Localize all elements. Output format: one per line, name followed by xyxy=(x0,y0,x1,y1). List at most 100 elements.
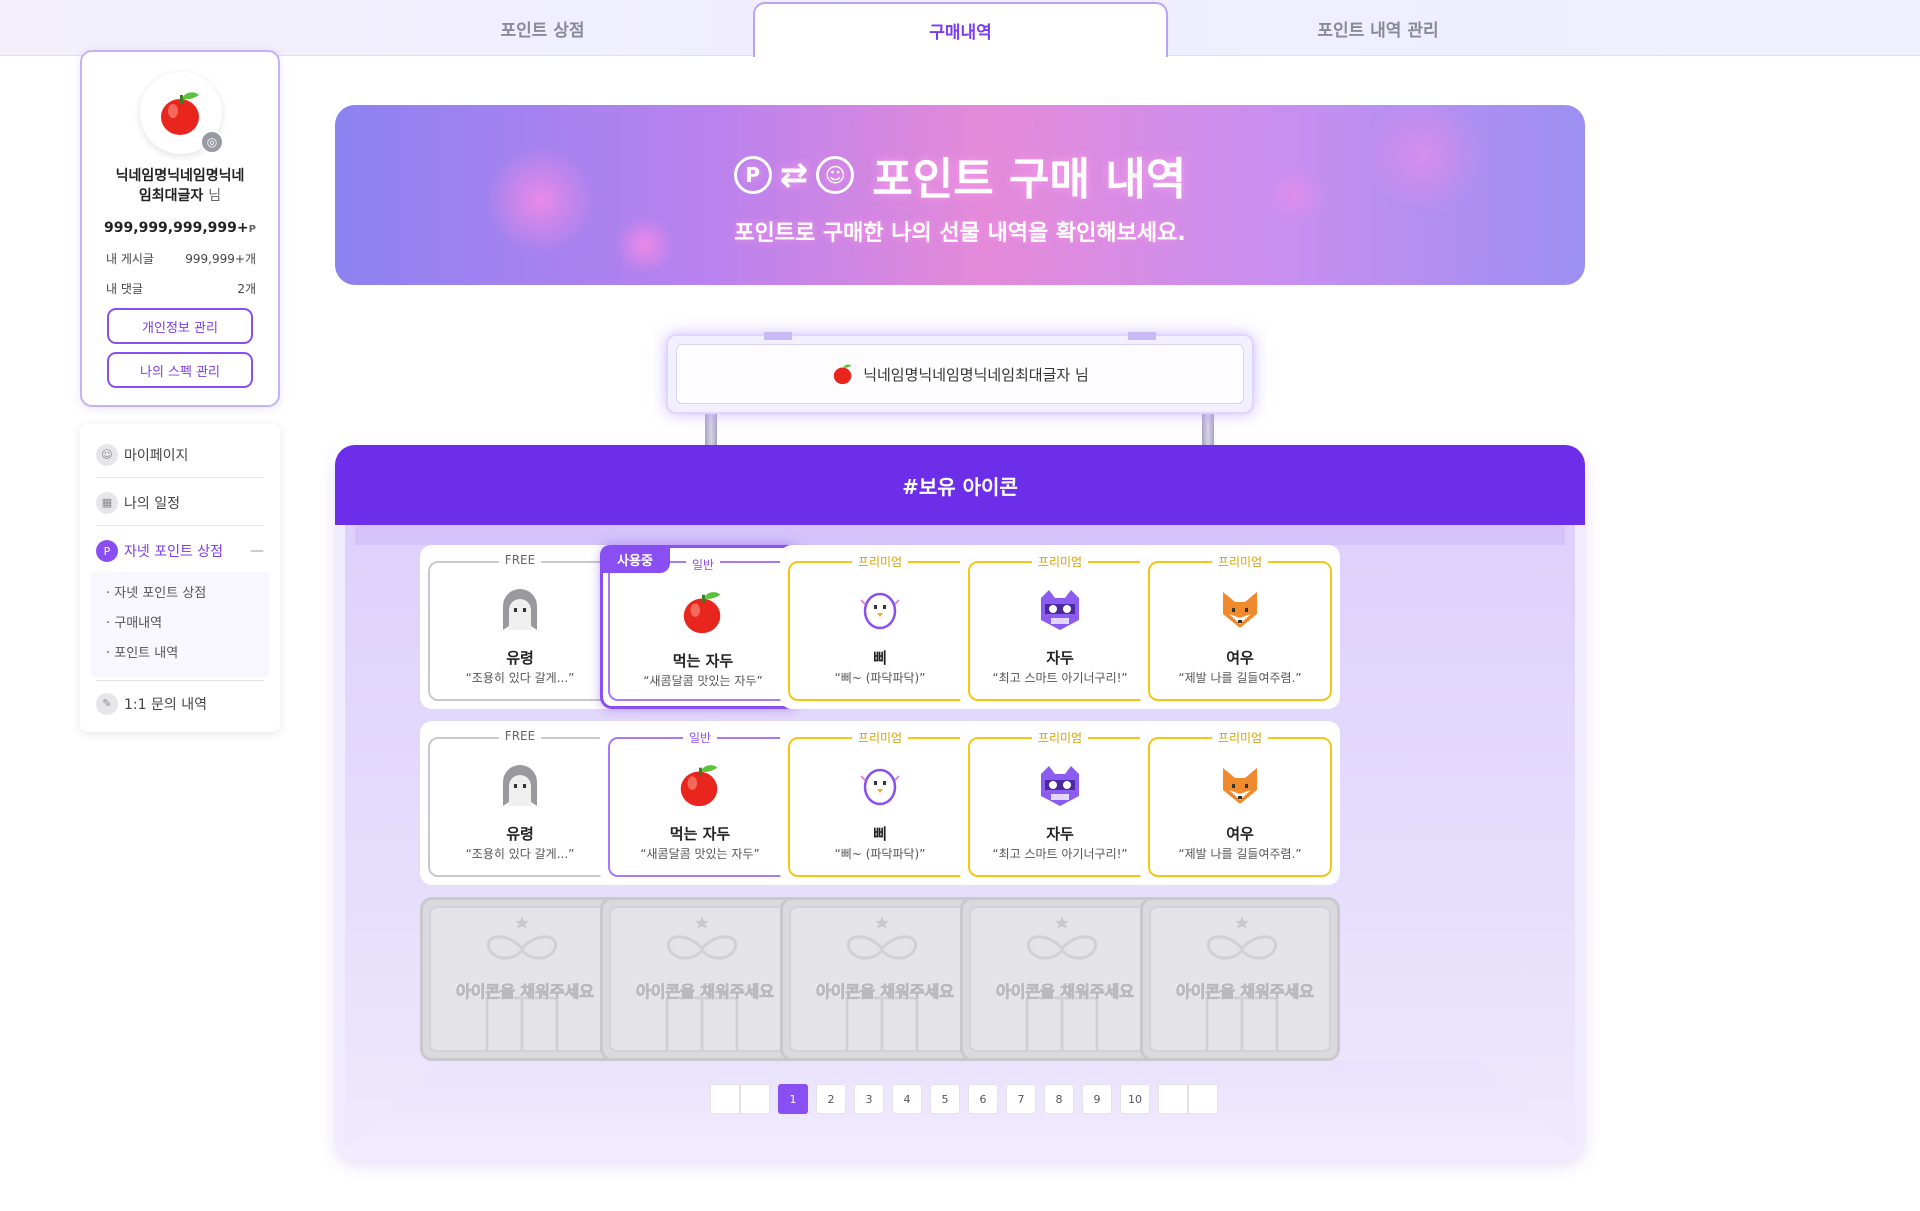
tab-purchase-history[interactable]: 구매내역 xyxy=(753,2,1168,57)
chick-icon xyxy=(854,583,906,635)
tab-point-shop[interactable]: 포인트 상점 xyxy=(330,0,755,56)
manage-spec-button[interactable]: 나의 스펙 관리 xyxy=(107,352,253,388)
last-page-button[interactable] xyxy=(1188,1084,1218,1114)
plum-icon xyxy=(161,92,199,135)
empty-slot: 아이콘을 채워주세요 xyxy=(1140,897,1340,1061)
sidebar-menu: ☺ 마이페이지 ▦ 나의 일정 P 자넷 포인트 상점 — · 자넷 포인트 상… xyxy=(80,424,280,732)
tab-point-history[interactable]: 포인트 내역 관리 xyxy=(1168,0,1588,56)
tier-label: FREE xyxy=(498,729,542,743)
page-button[interactable]: 4 xyxy=(892,1084,922,1114)
icon-card[interactable]: FREE 유령 “조용히 있다 갈게...” xyxy=(420,721,620,885)
empty-slot-inner: 아이콘을 채워주세요 xyxy=(969,906,1151,1052)
empty-slot-inner: 아이콘을 채워주세요 xyxy=(429,906,611,1052)
point-balance: 999,999,999,999+P xyxy=(82,220,278,236)
card-tier: FREE xyxy=(420,553,620,567)
card-desc: “최고 스마트 아기너구리!” xyxy=(992,671,1128,685)
empty-slot-inner: 아이콘을 채워주세요 xyxy=(789,906,971,1052)
empty-slot: 아이콘을 채워주세요 xyxy=(600,897,800,1061)
card-name: 자두 xyxy=(1046,649,1074,667)
icon-card[interactable]: 프리미엄 삐 “삐~ (파닥파닥)” xyxy=(780,545,980,709)
stage-wall xyxy=(355,525,1565,545)
my-posts-value: 999,999+개 xyxy=(185,252,256,266)
card-desc: “조용히 있다 갈게...” xyxy=(465,847,575,861)
pagination-next-group xyxy=(1158,1084,1218,1114)
in-use-badge: 사용중 xyxy=(600,545,670,573)
icon-card[interactable]: 프리미엄 여우 “제발 나를 길들여주렴.” xyxy=(1140,545,1340,709)
camera-icon[interactable]: ◎ xyxy=(200,130,224,154)
plum-icon xyxy=(674,759,726,811)
collapse-icon[interactable]: — xyxy=(250,543,264,559)
card-name: 유령 xyxy=(506,649,534,667)
icon-card[interactable]: 프리미엄 자두 “최고 스마트 아기너구리!” xyxy=(960,721,1160,885)
page-button[interactable]: 6 xyxy=(968,1084,998,1114)
icon-card[interactable]: FREE 유령 “조용히 있다 갈게...” xyxy=(420,545,620,709)
user-icon: ☺ xyxy=(96,443,118,466)
page-button[interactable]: 3 xyxy=(854,1084,884,1114)
sidebar-item-schedule[interactable]: ▦ 나의 일정 xyxy=(96,480,264,526)
prev-page-button[interactable] xyxy=(740,1084,770,1114)
submenu-item-purchase[interactable]: · 구매내역 xyxy=(106,612,162,631)
icon-card[interactable]: 일반 먹는 자두 “새콤달콤 맛있는 자두” xyxy=(600,721,800,885)
point-value: 999,999,999,999+ xyxy=(104,220,249,236)
page-button[interactable]: 5 xyxy=(930,1084,960,1114)
card-desc: “새콤달콤 맛있는 자두” xyxy=(640,847,760,861)
top-tab-bar: 포인트 상점 구매내역 포인트 내역 관리 xyxy=(0,0,1920,57)
sign-clip xyxy=(764,332,792,340)
icon-card[interactable]: 프리미엄 자두 “최고 스마트 아기너구리!” xyxy=(960,545,1160,709)
card-desc: “제발 나를 길들여주렴.” xyxy=(1178,671,1302,685)
card-tier: 일반 xyxy=(600,729,800,746)
icon-card-selected[interactable]: 일반 사용중 먹는 자두 “새콤달콤 맛있는 자두” xyxy=(600,545,800,709)
plum-icon xyxy=(833,364,852,385)
chick-icon xyxy=(854,759,906,811)
sidebar-item-label: 자넷 포인트 상점 xyxy=(124,544,224,560)
first-page-button[interactable] xyxy=(710,1084,740,1114)
card-desc: “삐~ (파닥파닥)” xyxy=(834,671,926,685)
card-name: 삐 xyxy=(873,825,887,843)
page-button[interactable]: 2 xyxy=(816,1084,846,1114)
my-comments-label: 내 댓글 xyxy=(106,282,143,296)
page-button[interactable]: 8 xyxy=(1044,1084,1074,1114)
card-tier: 프리미엄 xyxy=(960,729,1160,746)
card-name: 먹는 자두 xyxy=(669,825,731,843)
showcase-stage: FREE 유령 “조용히 있다 갈게...” 일반 사용중 먹는 자두 “새콤달… xyxy=(345,525,1575,1150)
empty-slot: 아이콘을 채워주세요 xyxy=(420,897,620,1061)
submenu-item-shop[interactable]: · 자넷 포인트 상점 xyxy=(106,582,206,601)
banner-icons: P ⇄ ☺ xyxy=(733,155,855,195)
page-button[interactable]: 1 xyxy=(778,1084,808,1114)
fox-icon xyxy=(1214,759,1266,811)
pagination: 1 2 3 4 5 6 7 8 9 10 xyxy=(710,1084,1218,1114)
point-icon: P xyxy=(733,156,772,194)
next-page-button[interactable] xyxy=(1158,1084,1188,1114)
sidebar-item-label: 나의 일정 xyxy=(124,495,180,512)
showcase-title: #보유 아이콘 xyxy=(335,445,1585,525)
sidebar-item-inquiry[interactable]: ✎ 1:1 문의 내역 xyxy=(96,680,264,726)
sidebar-item-mypage[interactable]: ☺ 마이페이지 xyxy=(96,432,264,478)
icon-card[interactable]: 프리미엄 여우 “제발 나를 길들여주렴.” xyxy=(1140,721,1340,885)
ghost-icon xyxy=(494,759,546,811)
profile-card: ◎ 닉네임명닉네임명닉네 임최대글자 님 999,999,999,999+P 내… xyxy=(80,50,280,407)
page-button[interactable]: 9 xyxy=(1082,1084,1112,1114)
my-comments-value: 2개 xyxy=(237,282,256,296)
nameplate-sign: 닉네임명닉네임명닉네임최대글자 님 xyxy=(666,332,1254,414)
pagination-prev-group xyxy=(710,1084,770,1114)
sidebar-item-point-shop[interactable]: P 자넷 포인트 상점 — xyxy=(96,528,264,574)
empty-slot-label: 아이콘을 채워주세요 xyxy=(815,982,955,1002)
page-button[interactable]: 7 xyxy=(1006,1084,1036,1114)
sidebar-item-label: 1:1 문의 내역 xyxy=(124,696,207,713)
tier-label: 일반 xyxy=(685,558,721,572)
submenu-item-points[interactable]: · 포인트 내역 xyxy=(106,642,178,661)
my-comments-stat: 내 댓글 2개 xyxy=(106,280,256,297)
page-button[interactable]: 10 xyxy=(1120,1084,1150,1114)
card-name: 삐 xyxy=(873,649,887,667)
profile-nickname: 닉네임명닉네임명닉네 임최대글자 님 xyxy=(92,166,268,206)
sign-clip xyxy=(1128,332,1156,340)
raccoon-icon xyxy=(1034,759,1086,811)
manage-profile-button[interactable]: 개인정보 관리 xyxy=(107,308,253,344)
tier-label: 일반 xyxy=(682,731,718,745)
card-tier: FREE xyxy=(420,729,620,743)
my-posts-label: 내 게시글 xyxy=(106,252,154,266)
empty-slot-inner: 아이콘을 채워주세요 xyxy=(1149,906,1331,1052)
nameplate-text: 닉네임명닉네임명닉네임최대글자 님 xyxy=(863,365,1089,384)
icon-card[interactable]: 프리미엄 삐 “삐~ (파닥파닥)” xyxy=(780,721,980,885)
nameplate-inner: 닉네임명닉네임명닉네임최대글자 님 xyxy=(676,344,1244,404)
